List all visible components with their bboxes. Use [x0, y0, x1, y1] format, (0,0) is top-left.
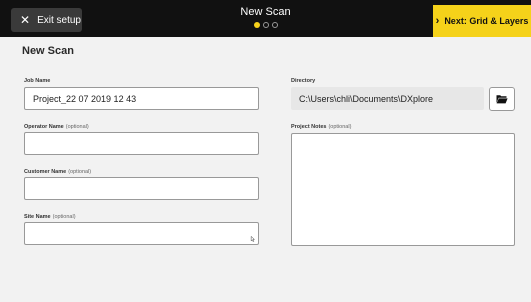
step-dot-1 [253, 22, 260, 28]
page-title: New Scan [22, 45, 74, 57]
operator-name-label: Operator Name (optional) [24, 124, 89, 130]
project-notes-textarea[interactable] [291, 133, 515, 246]
folder-open-icon [496, 95, 508, 104]
site-name-label: Site Name (optional) [24, 214, 76, 220]
browse-directory-button[interactable] [489, 87, 515, 111]
operator-name-label-text: Operator Name [24, 124, 64, 130]
site-name-input[interactable] [24, 222, 259, 245]
job-name-input[interactable] [24, 87, 259, 110]
site-name-label-text: Site Name [24, 214, 51, 220]
step-dot-2 [262, 22, 269, 28]
job-name-label: Job Name [24, 78, 50, 84]
project-notes-optional-tag: (optional) [328, 124, 352, 130]
operator-name-input[interactable] [24, 132, 259, 155]
site-name-optional-tag: (optional) [52, 214, 76, 220]
directory-label-text: Directory [291, 78, 316, 84]
customer-name-input[interactable] [24, 177, 259, 200]
next-button-label: Next: Grid & Layers [444, 16, 529, 26]
operator-name-optional-tag: (optional) [65, 124, 89, 130]
project-notes-label: Project Notes (optional) [291, 124, 351, 130]
customer-name-label-text: Customer Name [24, 169, 67, 175]
project-notes-label-text: Project Notes [291, 124, 327, 130]
step-dot-3 [271, 22, 278, 28]
mouse-pointer-icon [250, 236, 256, 242]
next-grid-layers-button[interactable]: › Next: Grid & Layers [433, 5, 531, 37]
customer-name-label: Customer Name (optional) [24, 169, 91, 175]
customer-name-optional-tag: (optional) [68, 169, 92, 175]
exit-setup-button[interactable]: ✕ Exit setup [11, 8, 82, 32]
chevron-right-icon: › [435, 14, 440, 27]
directory-path: C:\Users\chli\Documents\DXplore [291, 87, 484, 110]
job-name-label-text: Job Name [24, 78, 51, 84]
directory-label: Directory [291, 78, 315, 84]
